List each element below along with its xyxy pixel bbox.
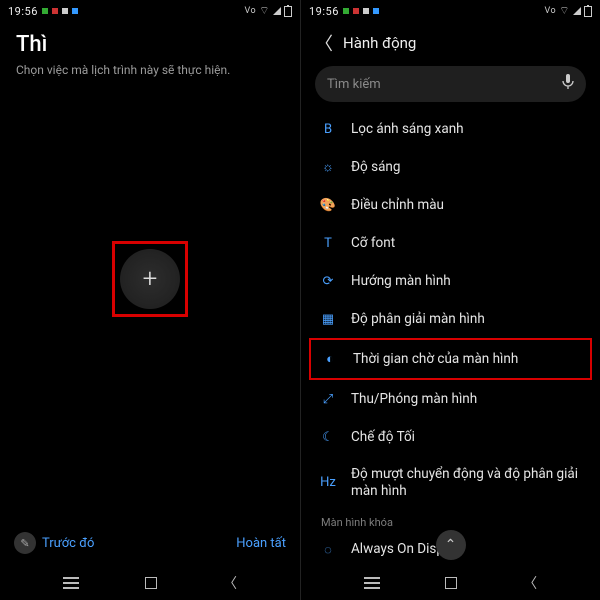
- action-icon: ▦: [319, 310, 337, 328]
- wifi-icon: ⌔: [259, 4, 270, 18]
- back-icon[interactable]: 〈: [315, 30, 333, 56]
- signal-icon: [573, 7, 581, 15]
- status-app-icon: [343, 8, 349, 14]
- action-icon: 🎨: [319, 196, 337, 214]
- search-placeholder: Tìm kiếm: [327, 77, 381, 92]
- back-button[interactable]: 〈: [223, 573, 237, 593]
- section-label: Màn hình khóa: [311, 510, 590, 531]
- status-app-icon: [363, 8, 369, 14]
- mic-icon[interactable]: [562, 74, 574, 94]
- action-label: Điều chỉnh màu: [351, 197, 582, 214]
- action-item[interactable]: ◐ Thời gian chờ của màn hình: [309, 338, 592, 380]
- page-title: Thì: [16, 32, 284, 57]
- status-time: 19:56: [309, 5, 339, 18]
- status-bar: 19:56 Vo ⌔: [301, 0, 600, 22]
- phone-left: 19:56 Vo ⌔ Thì Chọn việc mà lịch trình n…: [0, 0, 300, 600]
- status-time: 19:56: [8, 5, 38, 18]
- action-label: Cỡ font: [351, 235, 582, 252]
- status-app-icon: [62, 8, 68, 14]
- action-label: Thời gian chờ của màn hình: [353, 351, 580, 368]
- vowifi-icon: Vo: [244, 6, 256, 16]
- action-item[interactable]: Hz Độ mượt chuyển động và độ phân giải mà…: [311, 456, 590, 510]
- recents-button[interactable]: [63, 582, 79, 584]
- action-icon: B: [319, 120, 337, 138]
- action-item[interactable]: ⟳ Hướng màn hình: [311, 262, 590, 300]
- action-label: Độ phân giải màn hình: [351, 311, 582, 328]
- status-app-icon: [42, 8, 48, 14]
- battery-icon: [584, 6, 592, 17]
- status-app-icon: [353, 8, 359, 14]
- wifi-icon: ⌔: [559, 4, 570, 18]
- action-label: Chế độ Tối: [351, 429, 582, 446]
- status-app-icon: [72, 8, 78, 14]
- action-icon: Hz: [319, 474, 337, 492]
- action-label: Độ sáng: [351, 159, 582, 176]
- action-item[interactable]: ⤢ Thu/Phóng màn hình: [311, 380, 590, 418]
- vowifi-icon: Vo: [544, 6, 556, 16]
- signal-icon: [273, 7, 281, 15]
- action-label: Độ mượt chuyển động và độ phân giải màn …: [351, 466, 582, 500]
- action-item[interactable]: ☾ Chế độ Tối: [311, 418, 590, 456]
- content-area: +: [0, 85, 300, 526]
- battery-icon: [284, 6, 292, 17]
- status-app-icon: [373, 8, 379, 14]
- edit-icon[interactable]: ✎: [14, 532, 36, 554]
- action-item[interactable]: ☼ Độ sáng: [311, 148, 590, 186]
- done-button[interactable]: Hoàn tất: [236, 536, 286, 551]
- page-subtitle: Chọn việc mà lịch trình này sẽ thực hiện…: [16, 63, 284, 77]
- action-label: Always On Display: [351, 541, 582, 558]
- action-item[interactable]: B Lọc ánh sáng xanh: [311, 110, 590, 148]
- action-label: Lọc ánh sáng xanh: [351, 121, 582, 138]
- back-button[interactable]: 〈: [523, 573, 537, 593]
- phone-right: 19:56 Vo ⌔ 〈 Hành động Tìm kiếm BLọc: [300, 0, 600, 600]
- home-button[interactable]: [145, 577, 157, 589]
- status-app-icon: [52, 8, 58, 14]
- home-button[interactable]: [445, 577, 457, 589]
- action-icon: ⤢: [319, 390, 337, 408]
- search-field[interactable]: Tìm kiếm: [315, 66, 586, 102]
- page-title: Hành động: [343, 34, 416, 52]
- header-row: 〈 Hành động: [301, 22, 600, 66]
- header: Thì Chọn việc mà lịch trình này sẽ thực …: [0, 22, 300, 85]
- action-icon: ◌: [319, 541, 337, 559]
- action-list[interactable]: B Lọc ánh sáng xanh ☼ Độ sáng 🎨 Điều chỉnh mà…: [301, 110, 600, 566]
- previous-button[interactable]: Trước đó: [42, 536, 94, 551]
- android-nav-bar: 〈: [0, 566, 300, 600]
- status-bar: 19:56 Vo ⌔: [0, 0, 300, 22]
- add-action-button[interactable]: +: [120, 249, 180, 309]
- action-icon: T: [319, 234, 337, 252]
- action-item[interactable]: 🎨 Điều chỉnh màu: [311, 186, 590, 224]
- action-icon: ◐: [321, 350, 339, 368]
- plus-icon: +: [143, 264, 158, 294]
- action-item[interactable]: T Cỡ font: [311, 224, 590, 262]
- action-label: Thu/Phóng màn hình: [351, 391, 582, 408]
- action-icon: ⟳: [319, 272, 337, 290]
- scroll-top-button[interactable]: ⌃: [436, 530, 466, 560]
- footer-bar: ✎ Trước đó Hoàn tất: [0, 526, 300, 566]
- action-label: Hướng màn hình: [351, 273, 582, 290]
- action-item[interactable]: ▦ Độ phân giải màn hình: [311, 300, 590, 338]
- recents-button[interactable]: [364, 582, 380, 584]
- android-nav-bar: 〈: [301, 566, 600, 600]
- action-icon: ☼: [319, 158, 337, 176]
- action-icon: ☾: [319, 428, 337, 446]
